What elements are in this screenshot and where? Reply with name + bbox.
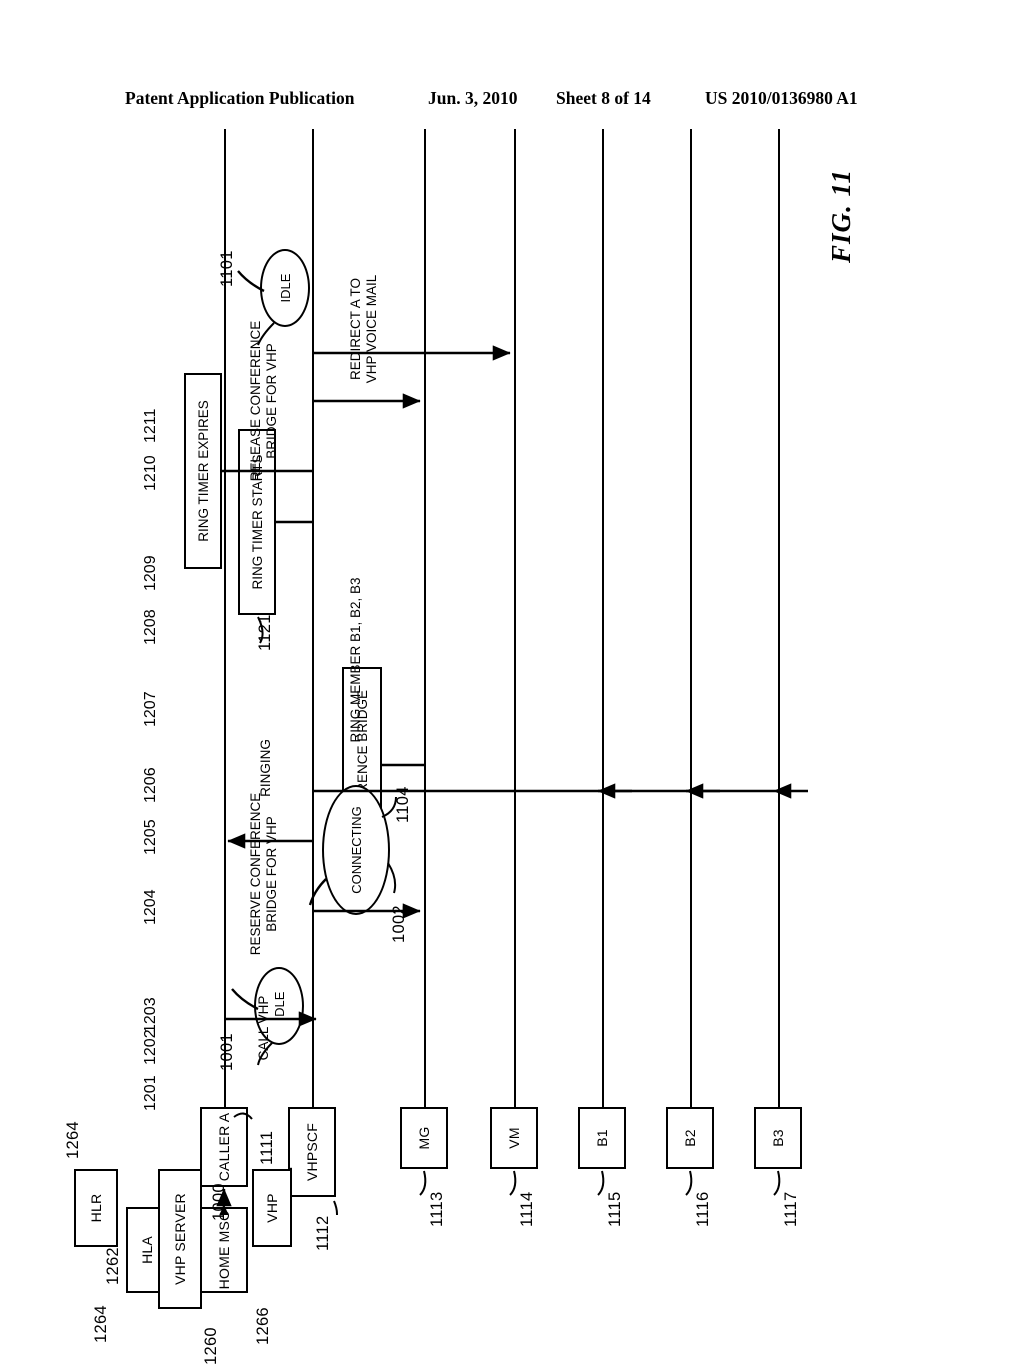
step-number-1202: 1202 [142, 1029, 159, 1065]
lifeline-b3 [778, 129, 780, 1107]
ref-1117: 1117 [782, 1191, 800, 1227]
ref-1121: 1121 [256, 614, 274, 651]
node-b3: B3 [754, 1107, 802, 1169]
node-hlr-label: HLR [88, 1193, 104, 1223]
message-redirect-line2: VHP VOICE MAIL [364, 274, 379, 384]
step-number-1206: 1206 [142, 767, 159, 803]
node-vhp: VHP [252, 1169, 292, 1247]
node-b1: B1 [578, 1107, 626, 1169]
event-ring-timer-expires-label: RING TIMER EXPIRES [195, 400, 211, 542]
ref-1001: 1001 [218, 1033, 236, 1071]
figure-canvas: CALLER A HOME MSC HLA VHPSCF VHP VHP SER… [0, 0, 1024, 1365]
message-call-vhp-text: CALL VHP [256, 995, 271, 1061]
ref-1104: 1104 [394, 786, 412, 823]
node-vm: VM [490, 1107, 538, 1169]
node-caller-a: CALLER A [200, 1107, 248, 1187]
ref-1266: 1266 [254, 1307, 272, 1345]
node-caller-a-label: CALLER A [216, 1112, 232, 1182]
ref-1112: 1112 [314, 1215, 332, 1251]
node-home-msc-label: HOME MSC [216, 1210, 232, 1290]
lifeline-vhpscf [312, 129, 314, 1107]
message-release-line1: RELEASE CONFERENCE [248, 320, 263, 482]
message-label-ring-member: RING MEMBER B1, B2, B3 [348, 555, 364, 765]
lifeline-b1 [602, 129, 604, 1107]
ref-1115: 1115 [606, 1191, 624, 1227]
node-hlr: HLR [74, 1169, 118, 1247]
lifeline-mg [424, 129, 426, 1107]
message-release-line2: BRIDGE FOR VHP [264, 343, 279, 459]
node-vhp-server-label: VHP SERVER [172, 1193, 188, 1285]
message-label-redirect-voicemail: REDIRECT A TO VHP VOICE MAIL [348, 229, 380, 429]
bubble-connecting: CONNECTING [322, 785, 390, 915]
sequence-diagram: CALLER A HOME MSC HLA VHPSCF VHP VHP SER… [64, 105, 862, 1365]
message-label-release-conference-bridge: RELEASE CONFERENCE BRIDGE FOR VHP [248, 293, 280, 509]
step-number-1207: 1207 [142, 691, 159, 727]
ref-1111: 1111 [258, 1130, 276, 1165]
message-redirect-line1: REDIRECT A TO [348, 277, 363, 381]
node-mg-label: MG [416, 1126, 432, 1150]
step-number-1201: 1201 [142, 1075, 159, 1111]
ref-1264-hla: 1264 [92, 1305, 110, 1343]
node-b2-label: B2 [682, 1129, 698, 1147]
ref-1002: 1002 [390, 905, 408, 943]
node-hla-label: HLA [139, 1236, 155, 1264]
lifeline-b2 [690, 129, 692, 1107]
node-b1-label: B1 [594, 1129, 610, 1147]
node-b3-label: B3 [770, 1129, 786, 1147]
bubble-idle-start-label: IDLE [271, 991, 287, 1021]
ref-1000: 1000 [210, 1183, 228, 1221]
message-label-call-vhp: CALL VHP [256, 983, 272, 1073]
ref-1264-hlr: 1264 [64, 1121, 82, 1159]
ref-1113: 1113 [428, 1191, 446, 1227]
step-number-1204: 1204 [142, 889, 159, 925]
bubble-connecting-label: CONNECTING [348, 806, 364, 894]
step-number-1203: 1203 [142, 997, 159, 1033]
event-ring-timer-expires: RING TIMER EXPIRES [184, 373, 222, 569]
ref-1101: 1101 [218, 250, 236, 287]
node-vhp-label: VHP [264, 1193, 280, 1223]
ref-1114: 1114 [518, 1191, 536, 1227]
message-label-ringing: RINGING [258, 723, 274, 813]
node-mg: MG [400, 1107, 448, 1169]
step-number-1205: 1205 [142, 819, 159, 855]
ref-1262: 1262 [104, 1247, 122, 1285]
node-vm-label: VM [506, 1127, 522, 1149]
lifeline-vm [514, 129, 516, 1107]
step-number-1211: 1211 [142, 408, 159, 443]
step-number-1210: 1210 [142, 455, 159, 491]
node-vhp-server: VHP SERVER [158, 1169, 202, 1309]
node-vhpscf: VHPSCF [288, 1107, 336, 1197]
node-b2: B2 [666, 1107, 714, 1169]
message-ring-member-text: RING MEMBER B1, B2, B3 [348, 577, 363, 743]
node-vhpscf-label: VHPSCF [304, 1123, 320, 1181]
ref-1260: 1260 [202, 1327, 220, 1365]
ref-1116: 1116 [694, 1191, 712, 1227]
step-number-1209: 1209 [142, 555, 159, 591]
figure-label: FIG. 11 [826, 168, 856, 263]
message-ringing-text: RINGING [258, 739, 273, 797]
step-number-1208: 1208 [142, 609, 159, 645]
